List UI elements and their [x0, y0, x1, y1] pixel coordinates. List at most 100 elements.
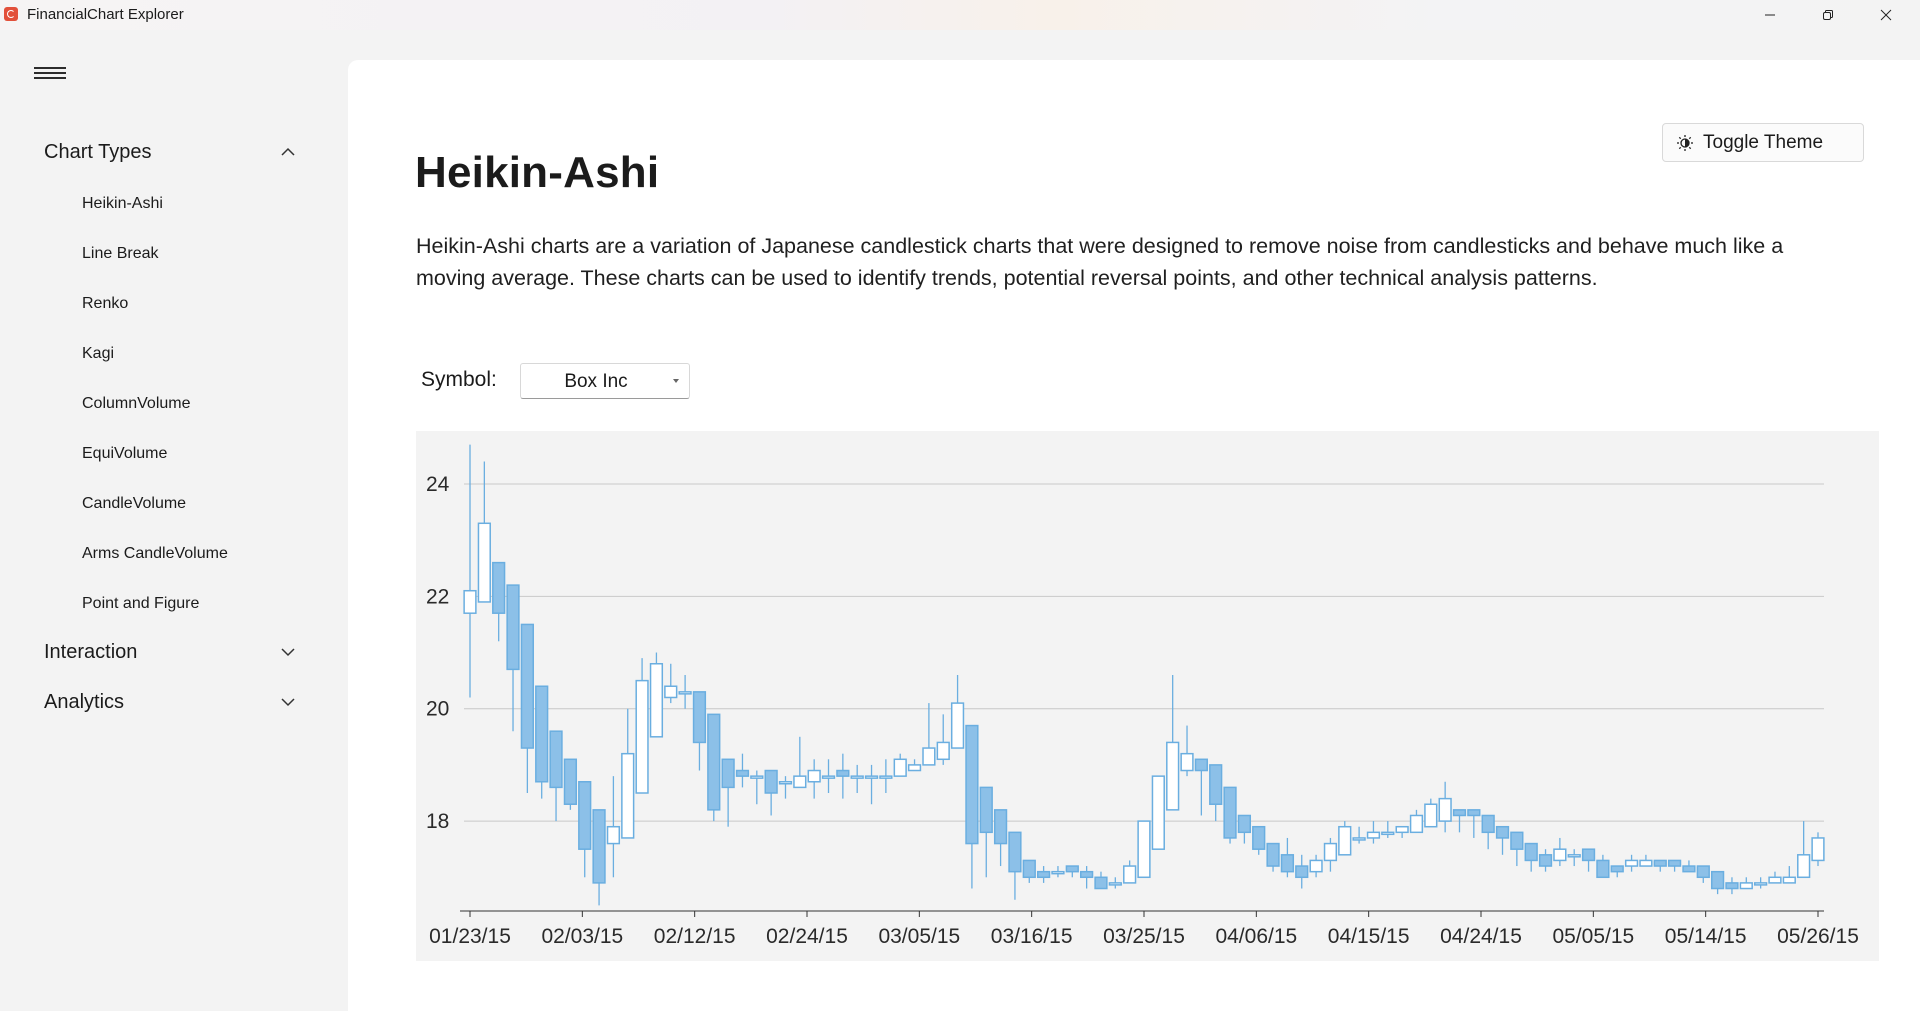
restore-button[interactable] [1799, 0, 1857, 30]
candle-body-bearish [993, 809, 1008, 845]
candle-body-bearish [1610, 865, 1624, 873]
symbol-dropdown-value: Box Inc [564, 371, 628, 392]
candle-body-bullish [793, 775, 807, 789]
sidebar-item-line-break[interactable]: Line Break [0, 235, 330, 273]
x-tick-label: 02/12/15 [654, 925, 736, 948]
x-tick-label: 03/05/15 [878, 925, 960, 948]
candle-body-bearish [549, 730, 563, 789]
candle [1467, 809, 1481, 838]
candle [1653, 859, 1667, 872]
candle-body-bullish [1768, 876, 1782, 884]
candle-body-bearish [1710, 870, 1725, 890]
candle-body-bearish [1667, 859, 1682, 867]
candle-body-bearish [1653, 859, 1667, 867]
candle [1180, 725, 1194, 777]
candle-body-bullish [1309, 859, 1323, 873]
candle-body-bullish [1366, 831, 1381, 839]
candle [778, 776, 793, 799]
candle-body-bearish [1538, 854, 1553, 867]
nav-group-label: Chart Types [44, 141, 152, 163]
candle [1194, 758, 1208, 816]
candle [979, 786, 993, 878]
x-tick-label: 05/05/15 [1552, 925, 1634, 948]
candle-body-bearish [1036, 870, 1051, 879]
nav-group-interaction[interactable]: Interaction [0, 633, 330, 673]
candle [1710, 870, 1725, 895]
symbol-dropdown[interactable]: Box Inc [520, 363, 690, 399]
y-tick-label: 22 [426, 585, 449, 608]
sidebar-item-renko[interactable]: Renko [0, 285, 330, 323]
candle [950, 675, 965, 749]
sidebar-item-label: Arms CandleVolume [82, 545, 228, 562]
close-button[interactable] [1857, 0, 1915, 30]
candle [1768, 871, 1782, 884]
toggle-theme-button[interactable]: Toggle Theme [1662, 123, 1864, 162]
minimize-icon [1765, 14, 1775, 16]
sidebar-item-equi-volume[interactable]: EquiVolume [0, 435, 330, 473]
candle [649, 652, 664, 738]
candle-body-bullish [1381, 831, 1395, 836]
sidebar-item-label: Point and Figure [82, 595, 200, 612]
symbol-label: Symbol: [421, 368, 497, 391]
candle-body-bullish [807, 769, 821, 783]
sidebar-item-candle-volume[interactable]: CandleVolume [0, 485, 330, 523]
candle-body-bearish [506, 584, 520, 671]
sidebar-item-point-and-figure[interactable]: Point and Figure [0, 585, 330, 623]
candle [1667, 859, 1682, 872]
candle-body-bearish [1295, 865, 1309, 879]
candle [1065, 865, 1079, 878]
candle-body-bullish [635, 679, 649, 794]
candle-body-bullish [1338, 825, 1352, 856]
candle [764, 769, 778, 816]
candle-body-bearish [1581, 848, 1596, 862]
candle [1797, 821, 1811, 879]
candle [1008, 831, 1022, 900]
candle-body-bearish [592, 809, 606, 884]
candle [1151, 775, 1165, 850]
sidebar-item-column-volume[interactable]: ColumnVolume [0, 385, 330, 423]
candle [1237, 814, 1252, 844]
candle [1639, 854, 1653, 867]
candle [879, 759, 893, 793]
candle [463, 444, 477, 698]
candle-body-bullish [1782, 876, 1796, 884]
heikin-ashi-chart: 18 20 22 24 01/23/15 02/03/15 02/12/15 02/24/15… [426, 444, 1859, 948]
candle [1123, 860, 1137, 884]
candle [807, 759, 821, 799]
candle-body-bearish [707, 713, 721, 811]
x-tick-label: 04/15/15 [1328, 925, 1410, 948]
candle [1108, 877, 1122, 889]
x-tick-label: 04/06/15 [1215, 925, 1297, 948]
candle [1596, 854, 1610, 879]
candle [836, 753, 850, 799]
candle-body-bullish [1739, 882, 1753, 890]
candle-body-bullish [463, 589, 477, 614]
sidebar-item-heikin-ashi[interactable]: Heikin-Ashi [0, 185, 330, 223]
restore-icon [1823, 10, 1833, 20]
candle-body-bearish [692, 691, 707, 744]
x-tick-label: 01/23/15 [429, 925, 511, 948]
candle [506, 584, 520, 732]
candle-body-bullish [750, 775, 764, 779]
candle-body-bullish [1151, 775, 1165, 850]
candle [850, 764, 864, 793]
hamburger-menu-icon[interactable] [34, 64, 66, 86]
candle [1051, 866, 1065, 878]
candle [664, 663, 678, 704]
candle-body-bullish [1438, 797, 1452, 822]
sidebar-item-arms-candle-volume[interactable]: Arms CandleVolume [0, 535, 330, 573]
minimize-button[interactable] [1741, 0, 1799, 30]
theme-toggle-icon [1677, 135, 1693, 151]
sidebar-item-kagi[interactable]: Kagi [0, 335, 330, 373]
x-tick-label: 05/14/15 [1665, 925, 1747, 948]
nav-group-chart-types[interactable]: Chart Types [0, 133, 330, 173]
candle-body-bearish [764, 769, 778, 794]
candle-body-bullish [1567, 854, 1581, 858]
nav-group-analytics[interactable]: Analytics [0, 683, 330, 723]
candle-body-bearish [1266, 842, 1280, 867]
candle-body-bearish [1510, 831, 1524, 850]
candle [1424, 798, 1438, 828]
candle-body-bullish [922, 747, 936, 766]
candle [1137, 820, 1151, 879]
candle-body-bearish [979, 786, 993, 834]
